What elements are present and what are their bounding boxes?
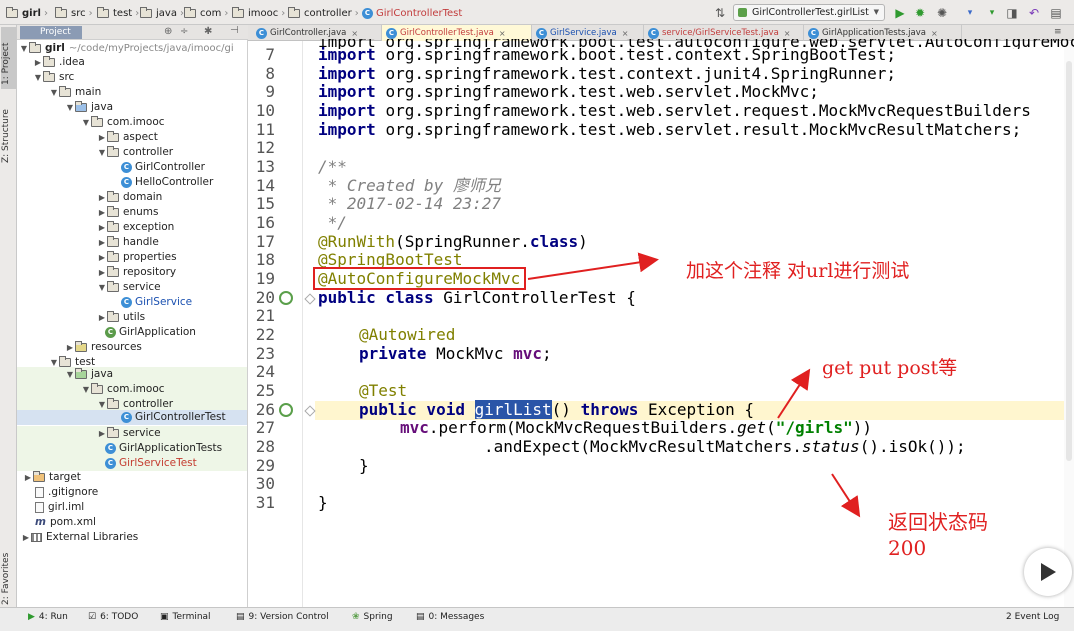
todo-tool-button[interactable]: ☑ 6: TODO xyxy=(88,612,138,622)
version-control-tool-button[interactable]: ▤ 9: Version Control xyxy=(236,612,329,622)
play-icon xyxy=(1041,563,1056,581)
spring-tool-button[interactable]: ❀ Spring xyxy=(352,612,393,622)
terminal-icon: ▣ xyxy=(160,612,169,622)
terminal-tool-button[interactable]: ▣ Terminal xyxy=(160,612,211,622)
event-log-tool-button[interactable]: 2 Event Log xyxy=(1006,612,1059,622)
annotation-note-3-value: 200 xyxy=(888,536,927,560)
annotation-note-2: get put post等 xyxy=(822,357,958,379)
run-icon: ▶ xyxy=(28,612,35,622)
play-button[interactable] xyxy=(1024,548,1072,596)
bottom-tool-bar: ▶ 4: Run ☑ 6: TODO ▣ Terminal ▤ 9: Version C… xyxy=(0,607,1074,631)
messages-icon: ▤ xyxy=(416,612,425,622)
messages-tool-button[interactable]: ▤ 0: Messages xyxy=(416,612,484,622)
ide-window: { "navbar": { "crumbs": ["girl", "src", … xyxy=(0,0,1074,631)
spring-icon: ❀ xyxy=(352,612,360,622)
vcs-icon: ▤ xyxy=(236,612,245,622)
annotation-note-3: 返回状态码 xyxy=(888,510,988,534)
todo-icon: ☑ xyxy=(88,612,97,622)
run-tool-button[interactable]: ▶ 4: Run xyxy=(28,612,68,622)
annotation-note-1: 加这个注释 对url进行测试 xyxy=(686,260,910,282)
